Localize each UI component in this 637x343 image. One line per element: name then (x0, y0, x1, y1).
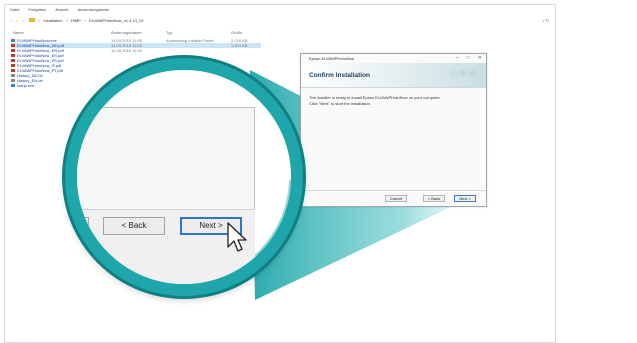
column-type[interactable]: Typ (166, 30, 172, 35)
file-icon (11, 44, 15, 47)
folder-icon (29, 18, 35, 22)
menu-bar: Datei Freigeben Ansicht Anwendungstools (5, 5, 555, 14)
file-icon (11, 74, 15, 77)
maximize-icon[interactable]: □ (467, 55, 470, 61)
file-icon (11, 49, 15, 52)
file-icon (11, 69, 15, 72)
file-icon (11, 79, 15, 82)
magnifier-lens: < Back Next > (65, 58, 303, 296)
file-icon (11, 64, 15, 67)
close-icon[interactable]: ✕ (478, 55, 482, 61)
brand-logo-icon: ◎⊕◎ (449, 68, 478, 79)
dialog-body-line2: Click "Next" to start the installation. (309, 101, 371, 106)
dialog-header-title: Confirm Installation (309, 72, 371, 79)
column-date[interactable]: Änderungsdatum (111, 30, 141, 35)
column-size[interactable]: Größe (231, 30, 242, 35)
file-name: setup.exe (17, 83, 35, 88)
breadcrumb-himp[interactable]: HIMP (71, 18, 81, 23)
installer-dialog: Epson ELVAWPHotoNow – □ ✕ Confirm Instal… (300, 53, 487, 207)
minimize-icon[interactable]: – (456, 55, 459, 61)
column-headers: Name Änderungsdatum Typ Größe (11, 29, 259, 37)
dialog-titlebar: Epson ELVAWPHotoNow – □ ✕ (301, 54, 486, 63)
magnified-back-button[interactable]: < Back (103, 217, 165, 235)
file-icon (11, 54, 15, 57)
back-button[interactable]: < Back (423, 195, 445, 202)
column-name[interactable]: Name (13, 30, 24, 35)
breadcrumb-installation[interactable]: Installation (43, 18, 62, 23)
file-icon (11, 39, 15, 42)
dialog-header: Confirm Installation ◎⊕◎ (301, 63, 486, 88)
cancel-button[interactable]: Cancel (385, 195, 407, 202)
menu-view[interactable]: Ansicht (55, 5, 68, 14)
breadcrumb-current-folder[interactable]: ELVAWPHotoNow_v1.4.14_02 (89, 18, 143, 23)
menu-app-tools[interactable]: Anwendungstools (77, 5, 109, 14)
dialog-body: The installer is ready to install Epson … (301, 88, 486, 114)
file-icon (11, 84, 15, 87)
address-controls[interactable]: v ↻ (543, 18, 549, 23)
menu-file[interactable]: Datei (10, 5, 19, 14)
address-bar[interactable]: ‹ › ↑ > Installation > HIMP > ELVAWPHoto… (5, 15, 555, 25)
dialog-footer: Cancel < Back Next > (301, 190, 486, 206)
file-icon (11, 59, 15, 62)
mouse-cursor-icon (227, 222, 247, 252)
next-button[interactable]: Next > (454, 195, 476, 202)
menu-share[interactable]: Freigeben (28, 5, 46, 14)
up-arrow-icon[interactable]: ↑ (20, 18, 26, 23)
dialog-title: Epson ELVAWPHotoNow (309, 56, 354, 61)
